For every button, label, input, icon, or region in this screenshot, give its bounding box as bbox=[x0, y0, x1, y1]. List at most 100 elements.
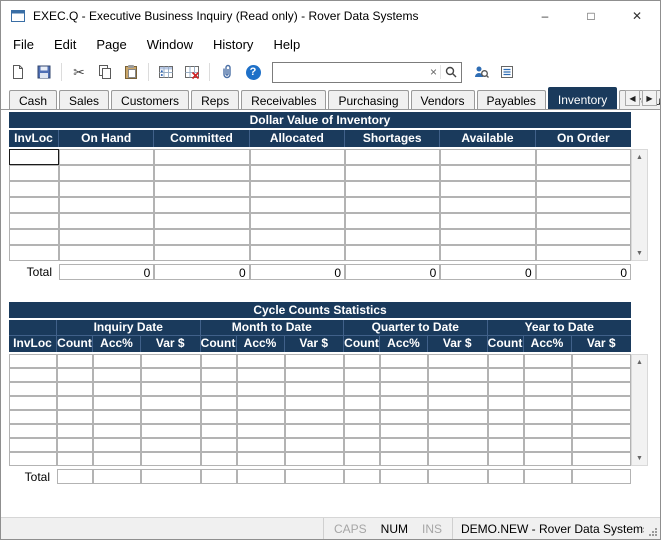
cycle-cell[interactable] bbox=[285, 396, 345, 410]
cycle-cell[interactable] bbox=[285, 368, 345, 382]
menu-item-window[interactable]: Window bbox=[137, 33, 203, 56]
cycle-cell[interactable] bbox=[488, 424, 524, 438]
tab-purchasing[interactable]: Purchasing bbox=[328, 90, 408, 109]
new-document-button[interactable] bbox=[6, 60, 30, 84]
menu-item-file[interactable]: File bbox=[3, 33, 44, 56]
cycle-cell[interactable] bbox=[9, 424, 57, 438]
menu-item-edit[interactable]: Edit bbox=[44, 33, 86, 56]
cycle-cell[interactable] bbox=[572, 382, 632, 396]
cycle-cell[interactable] bbox=[285, 424, 345, 438]
cycle-cell[interactable] bbox=[57, 424, 93, 438]
inventory-cell[interactable] bbox=[9, 165, 59, 181]
cycle-cell[interactable] bbox=[488, 354, 524, 368]
cycle-cell[interactable] bbox=[93, 382, 141, 396]
cycle-cell[interactable] bbox=[201, 354, 237, 368]
cycle-cell[interactable] bbox=[572, 410, 632, 424]
cut-button[interactable]: ✂ bbox=[67, 60, 91, 84]
cycle-cell[interactable] bbox=[380, 354, 428, 368]
inventory-cell[interactable] bbox=[9, 229, 59, 245]
cycle-cell[interactable] bbox=[141, 368, 201, 382]
tab-receivables[interactable]: Receivables bbox=[241, 90, 326, 109]
cycle-cell[interactable] bbox=[237, 452, 285, 466]
cycle-cell[interactable] bbox=[285, 452, 345, 466]
cycle-cell[interactable] bbox=[237, 368, 285, 382]
resize-grip[interactable] bbox=[644, 518, 660, 539]
cycle-cell[interactable] bbox=[344, 410, 380, 424]
cycle-cell[interactable] bbox=[93, 368, 141, 382]
cycle-cell[interactable] bbox=[524, 368, 572, 382]
attachment-button[interactable] bbox=[215, 60, 239, 84]
menu-item-history[interactable]: History bbox=[203, 33, 263, 56]
cycle-cell[interactable] bbox=[57, 354, 93, 368]
maximize-button[interactable]: □ bbox=[568, 1, 614, 31]
cycle-cell[interactable] bbox=[9, 354, 57, 368]
inventory-cell[interactable] bbox=[59, 165, 154, 181]
inventory-cell[interactable] bbox=[250, 213, 345, 229]
cycle-cell[interactable] bbox=[201, 410, 237, 424]
cycle-cell[interactable] bbox=[237, 424, 285, 438]
cycle-cell[interactable] bbox=[572, 368, 632, 382]
cycle-cell[interactable] bbox=[9, 368, 57, 382]
cycle-cell[interactable] bbox=[524, 410, 572, 424]
cycle-cell[interactable] bbox=[141, 438, 201, 452]
cycle-cell[interactable] bbox=[380, 382, 428, 396]
cycle-cell[interactable] bbox=[57, 438, 93, 452]
cycle-cell[interactable] bbox=[524, 382, 572, 396]
cycle-cell[interactable] bbox=[344, 354, 380, 368]
tab-scroll-right-icon[interactable]: ▶ bbox=[642, 90, 657, 106]
find-user-button[interactable] bbox=[469, 60, 493, 84]
cycle-cell[interactable] bbox=[488, 438, 524, 452]
cycle-cell[interactable] bbox=[237, 396, 285, 410]
cycle-cell[interactable] bbox=[380, 396, 428, 410]
inventory-cell[interactable] bbox=[154, 181, 249, 197]
cycle-cell[interactable] bbox=[201, 368, 237, 382]
cycle-cell[interactable] bbox=[524, 438, 572, 452]
cycle-cell[interactable] bbox=[428, 396, 488, 410]
cycle-cell[interactable] bbox=[285, 382, 345, 396]
inventory-cell[interactable] bbox=[154, 245, 249, 261]
minimize-button[interactable]: – bbox=[522, 1, 568, 31]
cycle-cell[interactable] bbox=[428, 452, 488, 466]
cycle-scrollbar[interactable]: ▲ ▼ bbox=[631, 354, 648, 466]
cycle-cell[interactable] bbox=[344, 438, 380, 452]
tab-sales[interactable]: Sales bbox=[59, 90, 109, 109]
grid-remove-button[interactable] bbox=[180, 60, 204, 84]
cycle-cell[interactable] bbox=[201, 382, 237, 396]
inventory-cell[interactable] bbox=[154, 229, 249, 245]
inventory-cell[interactable] bbox=[59, 229, 154, 245]
cycle-cell[interactable] bbox=[524, 452, 572, 466]
cycle-cell[interactable] bbox=[93, 424, 141, 438]
inventory-cell[interactable] bbox=[345, 229, 440, 245]
cycle-cell[interactable] bbox=[201, 424, 237, 438]
inventory-cell[interactable] bbox=[154, 149, 249, 165]
inventory-cell[interactable] bbox=[250, 197, 345, 213]
cycle-cell[interactable] bbox=[57, 368, 93, 382]
cycle-cell[interactable] bbox=[488, 382, 524, 396]
cycle-cell[interactable] bbox=[9, 410, 57, 424]
cycle-cell[interactable] bbox=[201, 396, 237, 410]
cycle-cell[interactable] bbox=[9, 452, 57, 466]
inventory-cell[interactable] bbox=[9, 149, 59, 165]
menu-item-page[interactable]: Page bbox=[86, 33, 136, 56]
inventory-cell[interactable] bbox=[154, 165, 249, 181]
scroll-up-icon[interactable]: ▲ bbox=[632, 355, 647, 369]
cycle-cell[interactable] bbox=[524, 396, 572, 410]
paste-button[interactable] bbox=[119, 60, 143, 84]
cycle-cell[interactable] bbox=[428, 354, 488, 368]
cycle-cell[interactable] bbox=[380, 438, 428, 452]
inventory-cell[interactable] bbox=[440, 197, 535, 213]
inventory-cell[interactable] bbox=[345, 197, 440, 213]
tab-customers[interactable]: Customers bbox=[111, 90, 189, 109]
cycle-cell[interactable] bbox=[93, 354, 141, 368]
cycle-cell[interactable] bbox=[9, 438, 57, 452]
tab-scroll-left-icon[interactable]: ◀ bbox=[625, 90, 640, 106]
cycle-cell[interactable] bbox=[201, 452, 237, 466]
cycle-cell[interactable] bbox=[141, 424, 201, 438]
cycle-cell[interactable] bbox=[237, 354, 285, 368]
inventory-cell[interactable] bbox=[345, 149, 440, 165]
cycle-cell[interactable] bbox=[141, 452, 201, 466]
inventory-cell[interactable] bbox=[440, 181, 535, 197]
cycle-cell[interactable] bbox=[285, 410, 345, 424]
cycle-cell[interactable] bbox=[141, 354, 201, 368]
inventory-cell[interactable] bbox=[536, 149, 631, 165]
